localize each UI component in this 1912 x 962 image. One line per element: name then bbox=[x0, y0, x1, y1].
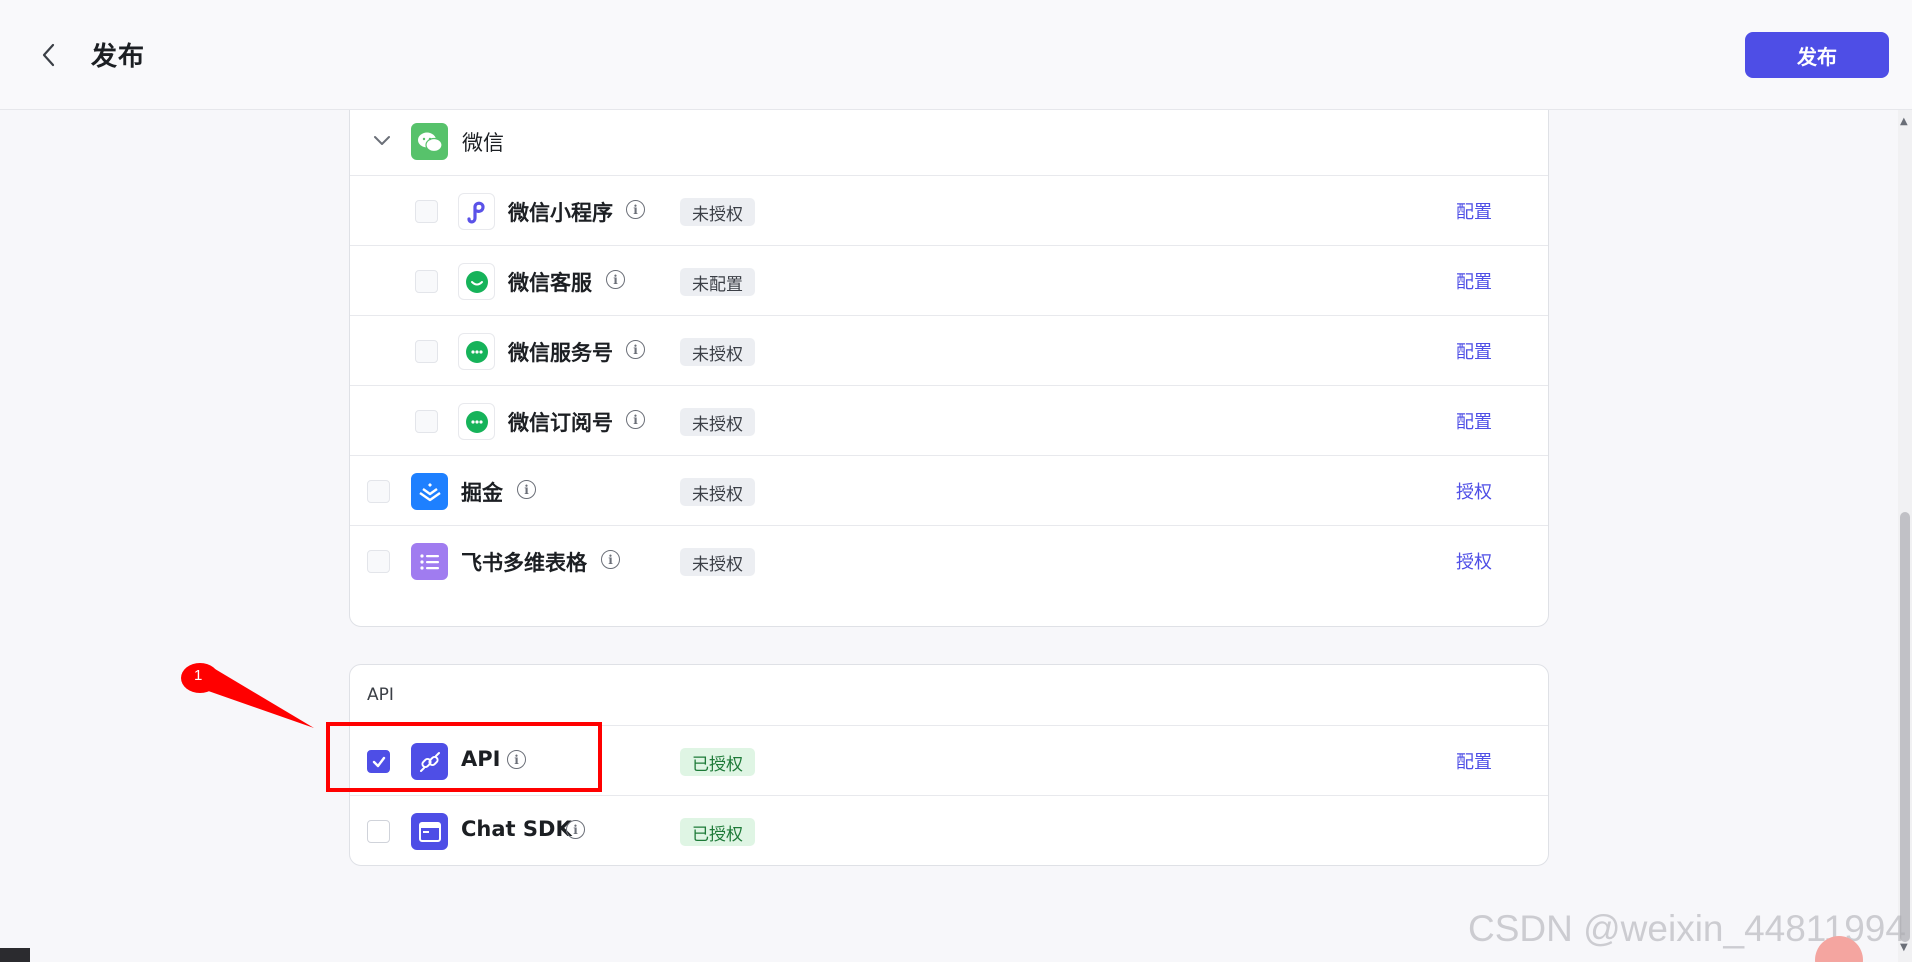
page-title: 发布 bbox=[91, 42, 146, 72]
list-item: 微信服务号 i 未授权 配置 bbox=[350, 315, 1548, 385]
app-name: 微信服务号 bbox=[508, 341, 613, 365]
status-badge: 未授权 bbox=[680, 198, 755, 226]
chevron-left-icon bbox=[42, 43, 55, 67]
status-badge: 未配置 bbox=[680, 268, 755, 296]
checkbox[interactable] bbox=[367, 550, 390, 573]
browser-window-icon bbox=[411, 813, 448, 850]
checkbox[interactable] bbox=[415, 270, 438, 293]
app-name: 微信小程序 bbox=[508, 201, 613, 225]
corner-block bbox=[0, 948, 30, 962]
wechat-service-icon bbox=[458, 263, 495, 300]
status-badge: 已授权 bbox=[680, 748, 755, 776]
annotation-box-api bbox=[326, 722, 602, 792]
authorize-link[interactable]: 授权 bbox=[1456, 478, 1492, 504]
chevron-down-icon[interactable] bbox=[370, 128, 394, 152]
scrollbar-thumb[interactable] bbox=[1900, 512, 1910, 942]
wechat-official-icon bbox=[458, 333, 495, 370]
app-name: 飞书多维表格 bbox=[461, 551, 587, 575]
miniprogram-icon bbox=[458, 193, 495, 230]
configure-link[interactable]: 配置 bbox=[1456, 748, 1492, 774]
info-icon[interactable]: i bbox=[626, 340, 645, 359]
top-bar: 发布 发布 bbox=[0, 0, 1912, 110]
info-icon[interactable]: i bbox=[626, 200, 645, 219]
checkbox[interactable] bbox=[415, 200, 438, 223]
info-icon[interactable]: i bbox=[517, 480, 536, 499]
group-name: 微信 bbox=[462, 131, 504, 155]
group-header-wechat[interactable]: 微信 bbox=[350, 105, 1548, 175]
list-item: Chat SDK i 已授权 bbox=[350, 795, 1548, 865]
info-icon[interactable]: i bbox=[566, 820, 585, 839]
info-icon[interactable]: i bbox=[606, 270, 625, 289]
publish-button[interactable]: 发布 bbox=[1745, 32, 1889, 78]
authorize-link[interactable]: 授权 bbox=[1456, 548, 1492, 574]
wechat-icon bbox=[411, 123, 448, 160]
checkbox[interactable] bbox=[415, 410, 438, 433]
app-name: 掘金 bbox=[461, 481, 503, 505]
list-item: 掘金 i 未授权 授权 bbox=[350, 455, 1548, 525]
configure-link[interactable]: 配置 bbox=[1456, 268, 1492, 294]
checkbox[interactable] bbox=[367, 480, 390, 503]
annotation-number-1: 1 bbox=[194, 667, 203, 684]
juejin-icon bbox=[411, 473, 448, 510]
list-item: 微信订阅号 i 未授权 配置 bbox=[350, 385, 1548, 455]
status-badge: 已授权 bbox=[680, 818, 755, 846]
configure-link[interactable]: 配置 bbox=[1456, 338, 1492, 364]
platform-list-card: 微信 微信小程序 i 未授权 配置 微信客服 i 未配置 配置 微信服务号 i … bbox=[349, 60, 1549, 627]
back-button[interactable] bbox=[34, 38, 62, 72]
section-header: API bbox=[350, 665, 1548, 725]
configure-link[interactable]: 配置 bbox=[1456, 408, 1492, 434]
app-name: 微信订阅号 bbox=[508, 411, 613, 435]
checkbox[interactable] bbox=[415, 340, 438, 363]
section-title: API bbox=[367, 685, 394, 705]
app-name: 微信客服 bbox=[508, 271, 592, 295]
list-item: 微信小程序 i 未授权 配置 bbox=[350, 175, 1548, 245]
app-name: Chat SDK bbox=[461, 817, 572, 841]
scroll-up-icon[interactable]: ▲ bbox=[1900, 116, 1908, 127]
wechat-subscription-icon bbox=[458, 403, 495, 440]
list-item: 微信客服 i 未配置 配置 bbox=[350, 245, 1548, 315]
status-badge: 未授权 bbox=[680, 338, 755, 366]
list-item: 飞书多维表格 i 未授权 授权 bbox=[350, 525, 1548, 595]
info-icon[interactable]: i bbox=[601, 550, 620, 569]
configure-link[interactable]: 配置 bbox=[1456, 198, 1492, 224]
status-badge: 未授权 bbox=[680, 408, 755, 436]
status-badge: 未授权 bbox=[680, 548, 755, 576]
info-icon[interactable]: i bbox=[626, 410, 645, 429]
status-badge: 未授权 bbox=[680, 478, 755, 506]
checkbox[interactable] bbox=[367, 820, 390, 843]
feishu-bitable-icon bbox=[411, 543, 448, 580]
